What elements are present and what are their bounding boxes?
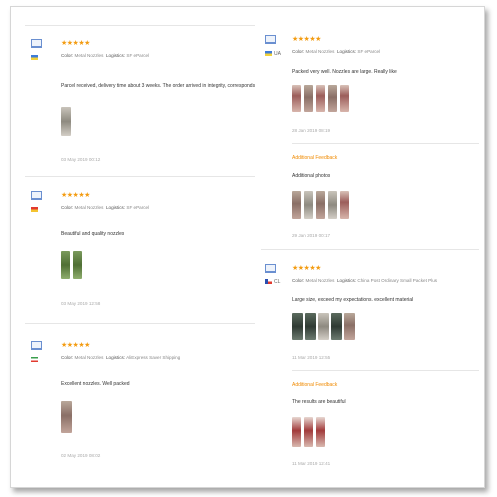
review-date: 28 Jan 2019 08:19 [292, 128, 331, 133]
review-date: 03 May 2019 00:12 [61, 157, 101, 162]
color-label: Color: [292, 278, 305, 283]
country-flag-icon [31, 357, 38, 363]
buyer-badge-icon [31, 341, 42, 350]
color-label: Color: [61, 205, 74, 210]
star-rating: ★★★★★ [61, 40, 90, 47]
review-photo[interactable] [73, 251, 82, 279]
buyer-country: CL [265, 279, 280, 285]
review-photo[interactable] [316, 191, 325, 219]
review-photo[interactable] [305, 313, 316, 340]
country-flag-icon [31, 55, 38, 61]
review-photo[interactable] [340, 85, 349, 112]
color-label: Color: [61, 355, 74, 360]
review-text: Packed very well. Nozzles are large. Rea… [292, 69, 397, 75]
review-text: Large size, exceed my expectations. exce… [292, 297, 414, 303]
divider [292, 370, 479, 371]
buyer-country [31, 357, 40, 363]
review-photo[interactable] [328, 85, 337, 112]
color-value: Metal Nozzles [74, 205, 104, 210]
review-photo[interactable] [292, 85, 301, 112]
divider [292, 143, 479, 144]
review-photo[interactable] [328, 191, 337, 219]
color-value: Metal Nozzles [74, 53, 104, 58]
review-text: Excellent nozzles. Well packed [61, 381, 130, 387]
additional-feedback-text: The results are beautiful [292, 399, 346, 405]
star-rating: ★★★★★ [61, 342, 90, 349]
additional-feedback-label: Additional Feedback [292, 382, 338, 388]
color-value: Metal Nozzles [74, 355, 104, 360]
country-code: UA [274, 51, 281, 57]
additional-feedback-text: Additional photos [292, 173, 331, 179]
logistics-label: Logistics: [105, 355, 126, 360]
review-photo[interactable] [61, 401, 72, 433]
review-photo[interactable] [304, 417, 313, 447]
logistics-value: SF eParcel [126, 205, 150, 210]
star-rating: ★★★★★ [292, 265, 321, 272]
reviews-panel: ★★★★★ Color: Metal Nozzles Logistics: SF… [10, 6, 485, 488]
review-photo[interactable] [316, 417, 325, 447]
additional-feedback-date: 29 Jan 2019 00:17 [292, 233, 331, 238]
review-photo[interactable] [318, 313, 329, 340]
logistics-label: Logistics: [336, 49, 357, 54]
logistics-label: Logistics: [105, 53, 126, 58]
review-photo[interactable] [304, 191, 313, 219]
buyer-badge-icon [31, 39, 42, 48]
review-meta: Color: Metal Nozzles Logistics: AliExpre… [61, 355, 180, 360]
buyer-country: UA [265, 51, 281, 57]
buyer-badge-icon [31, 191, 42, 200]
review-photo[interactable] [292, 191, 301, 219]
color-label: Color: [292, 49, 305, 54]
review-photo[interactable] [344, 313, 355, 340]
review-text: Parcel received, delivery time about 3 w… [61, 83, 255, 89]
star-rating: ★★★★★ [61, 192, 90, 199]
review-photo[interactable] [304, 85, 313, 112]
review-meta: Color: Metal Nozzles Logistics: SF eParc… [61, 53, 149, 58]
additional-feedback-date: 11 Mar 2019 12:41 [292, 461, 331, 466]
star-rating: ★★★★★ [292, 36, 321, 43]
divider [25, 323, 255, 324]
review-photo[interactable] [292, 313, 303, 340]
review-photo[interactable] [292, 417, 301, 447]
review-photo[interactable] [340, 191, 349, 219]
review-meta: Color: Metal Nozzles Logistics: SF eParc… [292, 49, 380, 54]
logistics-value: SF eParcel [357, 49, 381, 54]
additional-feedback-label: Additional Feedback [292, 155, 338, 161]
logistics-value: SF eParcel [126, 53, 150, 58]
review-photo[interactable] [331, 313, 342, 340]
color-value: Metal Nozzles [305, 49, 335, 54]
divider [25, 25, 255, 26]
logistics-value: AliExpress Saver Shipping [126, 355, 181, 360]
review-text: Beautiful and quality nozzles [61, 231, 125, 237]
review-photo[interactable] [61, 251, 70, 279]
country-code: CL [274, 279, 281, 285]
buyer-badge-icon [265, 264, 276, 273]
review-meta: Color: Metal Nozzles Logistics: China Po… [292, 278, 437, 283]
color-value: Metal Nozzles [305, 278, 335, 283]
country-flag-icon [265, 279, 272, 285]
review-photo[interactable] [316, 85, 325, 112]
logistics-label: Logistics: [105, 205, 126, 210]
country-flag-icon [31, 207, 38, 213]
divider [261, 249, 479, 250]
color-label: Color: [61, 53, 74, 58]
country-flag-icon [265, 51, 272, 57]
buyer-country [31, 207, 40, 213]
review-date: 11 Mar 2019 12:55 [292, 355, 331, 360]
review-date: 02 May 2019 08:02 [61, 453, 101, 458]
buyer-country [31, 55, 40, 61]
review-photo[interactable] [61, 107, 71, 136]
divider [25, 176, 255, 177]
review-date: 03 May 2019 12:58 [61, 301, 101, 306]
review-meta: Color: Metal Nozzles Logistics: SF eParc… [61, 205, 149, 210]
logistics-label: Logistics: [336, 278, 357, 283]
buyer-badge-icon [265, 35, 276, 44]
logistics-value: China Post Ordinary Small Packet Plus [357, 278, 438, 283]
